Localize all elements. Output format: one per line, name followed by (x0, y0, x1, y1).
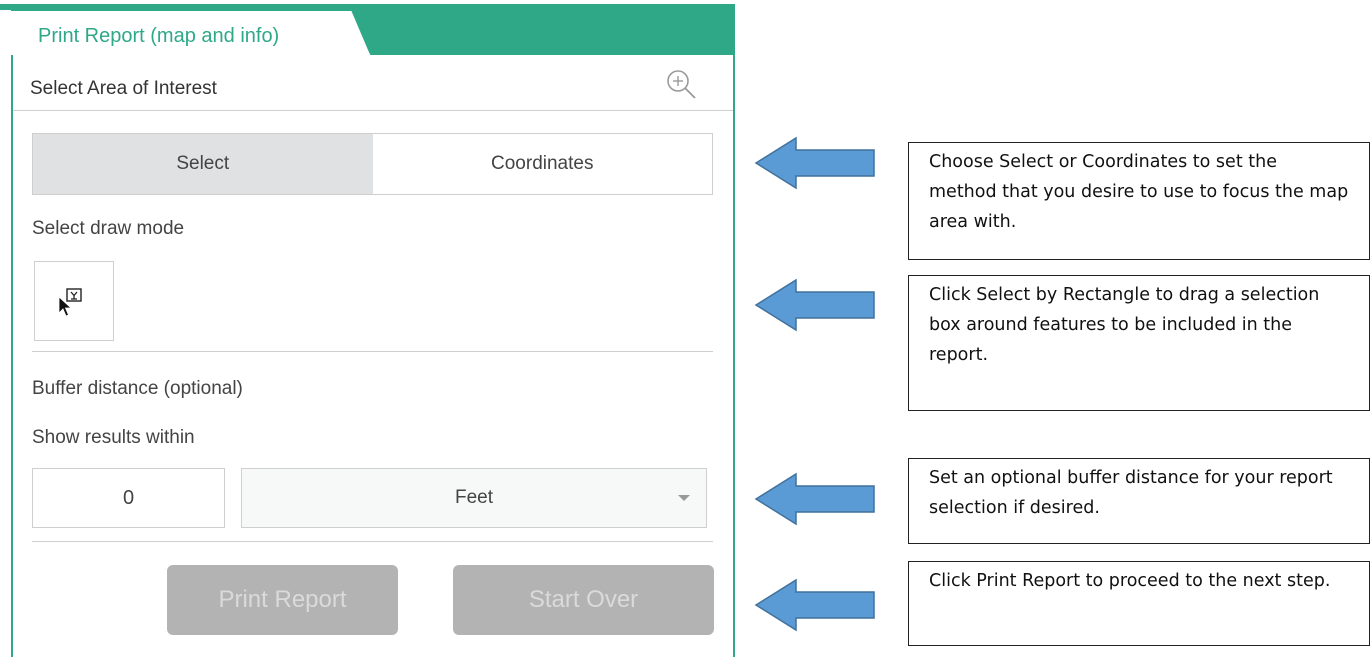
start-over-button[interactable]: Start Over (453, 565, 714, 635)
buffer-unit-value: Feet (454, 487, 494, 508)
buffer-label: Buffer distance (optional) (32, 378, 243, 399)
select-by-rectangle-button[interactable] (34, 261, 114, 341)
divider (32, 541, 713, 542)
arrow-left-icon (754, 136, 875, 190)
arrow-left-icon (754, 278, 875, 332)
arrow-left-icon (754, 578, 875, 632)
divider (13, 110, 733, 111)
panel-top-border (0, 4, 735, 10)
buffer-distance-input[interactable]: 0 (32, 468, 225, 528)
tab-strip-filler (342, 10, 735, 56)
zoom-in-icon[interactable] (664, 67, 698, 101)
arrow-left-icon (754, 472, 875, 526)
coordinates-option-button[interactable]: Coordinates (373, 134, 713, 194)
print-report-panel: Print Report (map and info) Select Area … (0, 0, 735, 657)
tab-print-report-label: Print Report (map and info) (38, 25, 280, 47)
divider (32, 351, 713, 352)
callout-draw-mode: Click Select by Rectangle to drag a sele… (908, 275, 1370, 411)
show-results-label: Show results within (32, 427, 195, 448)
select-by-rectangle-icon (58, 288, 82, 317)
callout-buffer: Set an optional buffer distance for your… (908, 458, 1370, 544)
chevron-down-icon (678, 495, 690, 501)
select-option-button[interactable]: Select (33, 134, 373, 194)
print-report-button[interactable]: Print Report (167, 565, 398, 635)
callout-print: Click Print Report to proceed to the nex… (908, 561, 1370, 646)
draw-mode-label: Select draw mode (32, 218, 185, 239)
method-toggle: Select Coordinates (32, 133, 713, 195)
buffer-unit-select[interactable]: Feet (241, 468, 707, 528)
panel-heading: Select Area of Interest (30, 78, 217, 99)
callout-method: Choose Select or Coordinates to set the … (908, 142, 1370, 260)
